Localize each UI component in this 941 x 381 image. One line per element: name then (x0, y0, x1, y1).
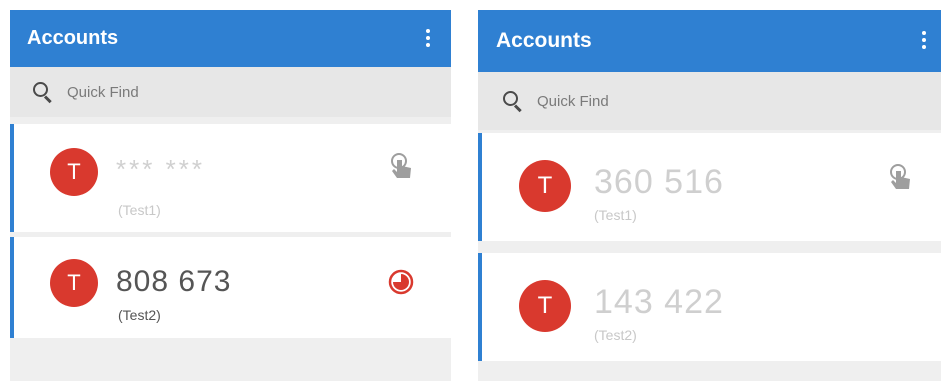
tap-to-reveal-icon[interactable] (887, 163, 915, 193)
avatar: T (519, 160, 571, 212)
search-icon (32, 81, 54, 104)
more-vert-icon[interactable] (423, 27, 433, 51)
search-bar[interactable]: Quick Find (478, 72, 941, 130)
more-vert-icon[interactable] (919, 29, 929, 53)
account-card[interactable]: T 808 673 (Test2) (10, 237, 451, 338)
countdown-timer-icon (388, 269, 414, 295)
app-bar: Accounts (10, 10, 451, 67)
account-name: (Test2) (118, 307, 161, 323)
account-name: (Test2) (594, 327, 637, 343)
app-bar: Accounts (478, 10, 941, 72)
app-title: Accounts (27, 27, 119, 49)
account-card[interactable]: T *** *** (Test1) (10, 124, 451, 232)
left-screen: Accounts Quick Find T *** *** (Test1) T … (10, 10, 451, 381)
avatar: T (519, 280, 571, 332)
right-screen: Accounts Quick Find T 360 516 (Test1) T … (478, 10, 941, 381)
avatar: T (50, 259, 98, 307)
account-name: (Test1) (594, 207, 637, 223)
account-card[interactable]: T 143 422 (Test2) (478, 253, 941, 361)
tap-to-reveal-icon[interactable] (388, 152, 416, 182)
search-input[interactable]: Quick Find (67, 84, 139, 101)
search-bar[interactable]: Quick Find (10, 67, 451, 117)
account-card[interactable]: T 360 516 (Test1) (478, 133, 941, 241)
otp-code: *** *** (116, 154, 205, 184)
otp-code: 143 422 (594, 283, 724, 321)
search-icon (502, 90, 524, 113)
otp-code: 808 673 (116, 265, 232, 298)
avatar: T (50, 148, 98, 196)
app-title: Accounts (496, 29, 592, 52)
search-input[interactable]: Quick Find (537, 93, 609, 110)
account-name: (Test1) (118, 202, 161, 218)
otp-code: 360 516 (594, 163, 724, 201)
